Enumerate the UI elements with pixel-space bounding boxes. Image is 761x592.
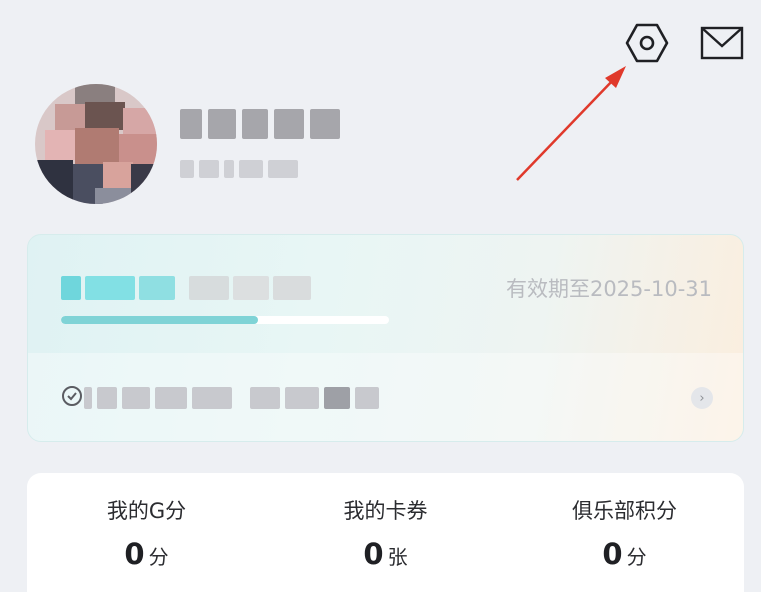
stat-unit: 分 <box>626 545 647 569</box>
benefit-text-redacted <box>84 385 379 411</box>
stat-label: 俱乐部积分 <box>572 499 677 523</box>
avatar[interactable] <box>35 84 157 204</box>
stat-value: 0 <box>124 537 145 571</box>
stat-label: 我的卡券 <box>343 499 428 523</box>
stat-unit: 分 <box>148 545 169 569</box>
stat-g-points[interactable]: 我的G分 0 分 <box>27 473 266 592</box>
member-center-page: 有效期至2025-10-31 › 我的G分 0 分 我的卡券 0 张 俱乐部积分… <box>0 0 761 592</box>
stat-value: 0 <box>602 537 623 571</box>
mail-icon <box>700 26 744 60</box>
stats-card: 我的G分 0 分 我的卡券 0 张 俱乐部积分 0 分 <box>27 473 744 592</box>
coupon-circle-icon <box>62 386 82 406</box>
membership-card[interactable]: 有效期至2025-10-31 › <box>27 234 744 442</box>
member-level-redacted <box>61 275 311 301</box>
stat-label: 我的G分 <box>106 499 187 523</box>
stat-unit: 张 <box>387 545 408 569</box>
username-redacted <box>180 106 350 142</box>
validity-date: 有效期至2025-10-31 <box>505 277 712 301</box>
benefit-row[interactable]: › <box>28 365 743 425</box>
stat-coupons[interactable]: 我的卡券 0 张 <box>266 473 505 592</box>
settings-hexagon-icon <box>625 23 669 63</box>
level-progress-fill <box>61 316 258 324</box>
stat-club-points[interactable]: 俱乐部积分 0 分 <box>505 473 744 592</box>
messages-button[interactable] <box>700 25 744 61</box>
settings-button[interactable] <box>624 20 670 66</box>
user-id-redacted <box>180 158 302 180</box>
stat-value: 0 <box>363 537 384 571</box>
level-progress-bar <box>61 316 389 324</box>
chevron-right-icon: › <box>691 387 713 409</box>
